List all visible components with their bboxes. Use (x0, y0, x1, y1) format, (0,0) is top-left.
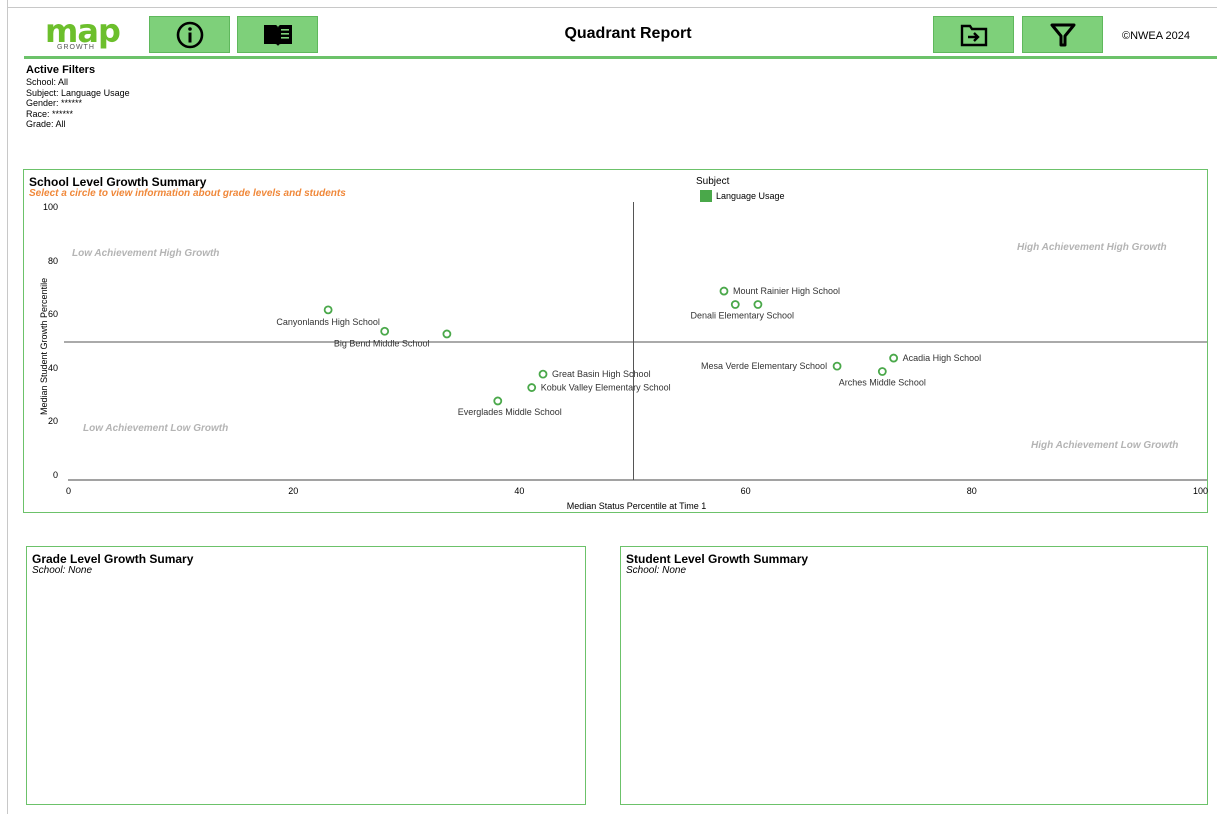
school-point[interactable] (442, 329, 452, 339)
school-point[interactable] (730, 300, 740, 309)
school-point[interactable] (719, 286, 729, 296)
school-point[interactable] (877, 367, 887, 376)
school-point-label: Canyonlands High School (276, 317, 380, 327)
school-point-label: Acadia High School (903, 353, 982, 363)
app-header: map GROWTH Quadrant Report ©NWEA 2024 (8, 8, 1217, 58)
school-point-label: Denali Elementary School (691, 310, 795, 320)
school-level-panel: School Level Growth Summary Select a cir… (23, 169, 1208, 513)
export-icon (960, 24, 987, 46)
student-panel-title: Student Level Growth Summary (626, 552, 809, 566)
school-point[interactable] (753, 300, 763, 309)
filter-grade: Grade: All (26, 119, 66, 129)
info-button[interactable] (149, 16, 230, 53)
student-panel-school: School: None (626, 565, 687, 576)
active-filters-title: Active Filters (26, 64, 96, 76)
filter-gender: Gender: ****** (26, 98, 83, 108)
filter-button[interactable] (1022, 16, 1103, 53)
grade-level-panel: Grade Level Growth Sumary School: None (26, 546, 586, 805)
school-point[interactable] (889, 353, 899, 363)
grade-panel-title: Grade Level Growth Sumary (32, 552, 194, 566)
school-point-label: Mount Rainier High School (733, 286, 840, 296)
active-filters: Active Filters School: All Subject: Lang… (26, 64, 130, 130)
window-border-left (7, 0, 8, 814)
guide-button[interactable] (237, 16, 318, 53)
filter-icon (1050, 23, 1075, 46)
student-level-panel: Student Level Growth Summary School: Non… (620, 546, 1208, 805)
book-icon (263, 24, 292, 46)
school-point-label: Arches Middle School (839, 377, 926, 387)
school-point[interactable] (493, 396, 503, 406)
grade-panel-school: School: None (32, 565, 93, 576)
school-point[interactable] (380, 326, 390, 336)
info-icon (176, 21, 203, 48)
school-point-label: Great Basin High School (552, 369, 651, 379)
header-divider (24, 56, 1217, 59)
filter-subject: Subject: Language Usage (26, 87, 130, 98)
map-growth-logo: map GROWTH (45, 12, 145, 58)
school-point[interactable] (527, 383, 537, 392)
school-point-label: Mesa Verde Elementary School (701, 361, 827, 371)
scatter-plot: Canyonlands High School Big Bend Middle S… (64, 202, 1207, 481)
filter-race: Race: ****** (26, 108, 74, 119)
export-button[interactable] (933, 16, 1014, 53)
page-title: Quadrant Report (564, 25, 692, 42)
filter-school: School: All (26, 77, 69, 87)
school-point-label: Everglades Middle School (458, 407, 562, 417)
school-point[interactable] (832, 361, 842, 371)
school-point-label: Big Bend Middle School (334, 338, 430, 348)
logo-subtext: GROWTH (57, 44, 95, 51)
school-point-label: Kobuk Valley Elementary School (541, 383, 671, 393)
school-point[interactable] (538, 369, 548, 379)
school-point[interactable] (323, 305, 333, 315)
copyright-text: ©NWEA 2024 (1122, 30, 1191, 42)
